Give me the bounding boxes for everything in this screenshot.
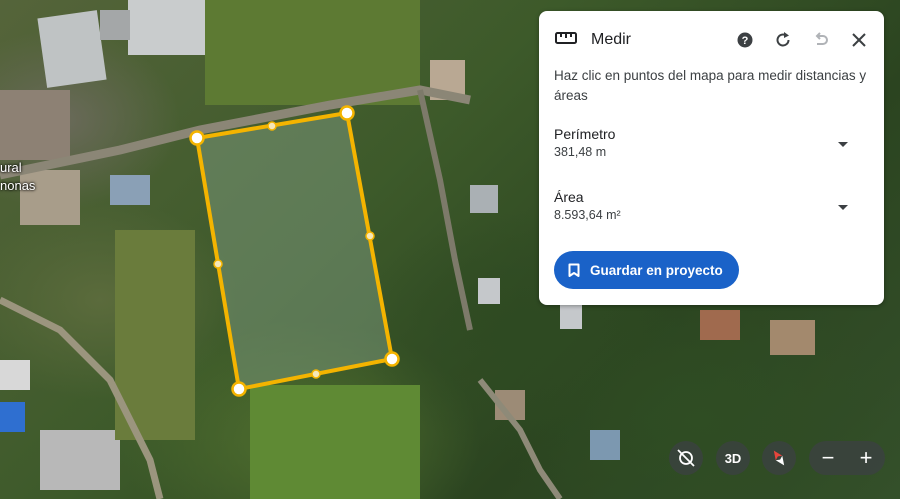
3d-button[interactable]: 3D <box>716 441 750 475</box>
perimeter-value: 381,48 m <box>554 145 607 159</box>
area-unit-dropdown-icon[interactable] <box>837 199 849 217</box>
tilt-icon <box>677 449 695 467</box>
undo-icon[interactable] <box>808 27 834 53</box>
area-row[interactable]: Área 8.593,64 m² <box>554 189 859 222</box>
area-label: Área <box>554 189 584 205</box>
instructions: Haz clic en puntos del mapa para medir d… <box>554 68 867 103</box>
zoom-in-button[interactable]: + <box>860 447 873 469</box>
place-label: ural <box>0 160 22 175</box>
compass-icon <box>773 450 785 466</box>
perimeter-row[interactable]: Perímetro 381,48 m <box>554 126 859 159</box>
3d-label: 3D <box>724 450 742 466</box>
svg-text:?: ? <box>742 35 749 47</box>
perimeter-label: Perímetro <box>554 126 616 142</box>
help-icon[interactable]: ? <box>732 27 758 53</box>
zoom-out-button[interactable]: − <box>822 447 835 469</box>
close-icon[interactable] <box>846 27 872 53</box>
perimeter-unit-dropdown-icon[interactable] <box>837 136 849 154</box>
place-label: nonas <box>0 178 36 193</box>
area-value: 8.593,64 m² <box>554 208 621 222</box>
tilt-button[interactable] <box>669 441 703 475</box>
bookmark-icon <box>568 263 580 277</box>
save-to-project-button[interactable]: Guardar en proyecto <box>554 251 739 289</box>
zoom-controls: − + <box>809 441 885 475</box>
panel-title: Medir <box>591 31 632 48</box>
save-button-label: Guardar en proyecto <box>590 262 723 278</box>
refresh-icon[interactable] <box>770 27 796 53</box>
panel-header: Medir ? <box>555 28 872 52</box>
compass-button[interactable] <box>762 441 796 475</box>
measure-panel: Medir ? Haz clic en puntos del mapa para… <box>539 11 884 305</box>
ruler-icon <box>555 31 577 50</box>
